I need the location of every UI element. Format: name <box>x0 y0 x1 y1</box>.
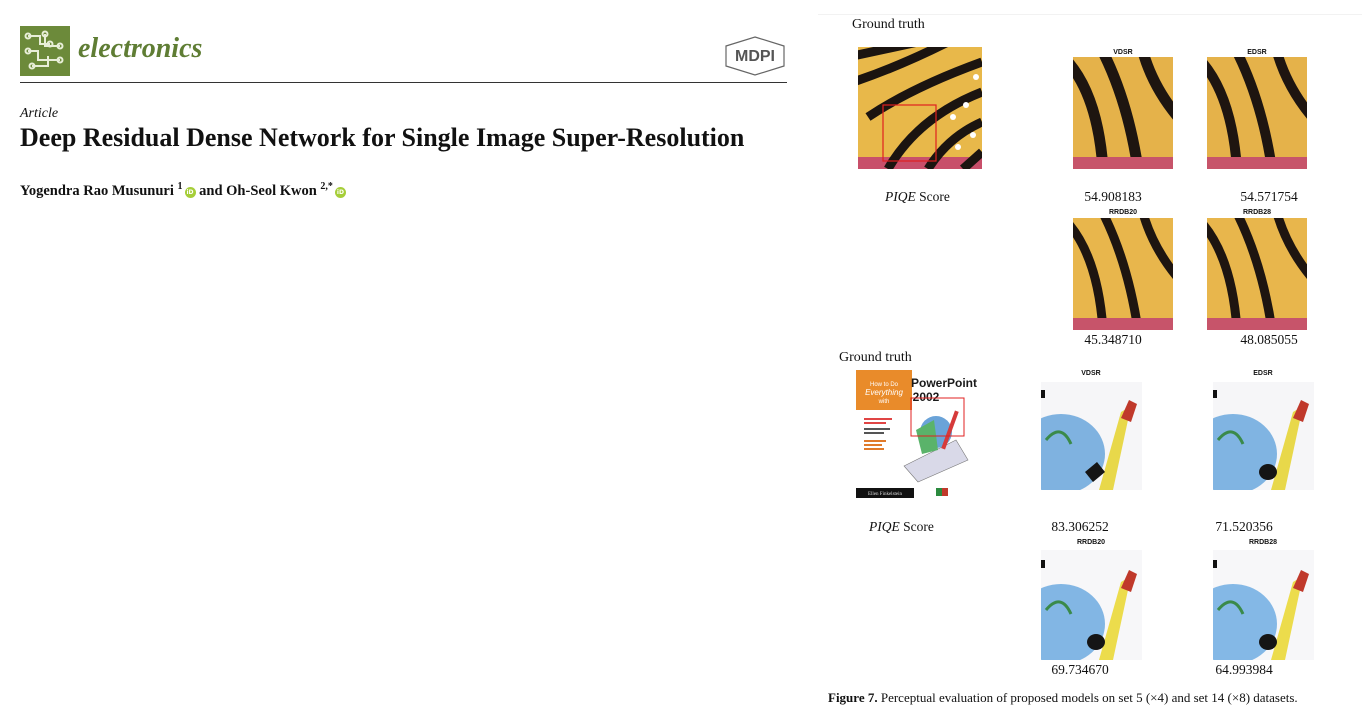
ground-truth-image-book-cover: How to Do Everything with PowerPoint 200… <box>856 370 978 500</box>
result-image-edsr-book <box>1213 382 1314 490</box>
author-conjunction: and <box>199 182 223 199</box>
result-image-rrdb28-butterfly <box>1207 218 1307 330</box>
result-image-vdsr-book <box>1041 382 1142 490</box>
result-image-rrdb28-book <box>1213 550 1314 660</box>
result-image-vdsr-butterfly <box>1073 57 1173 169</box>
result-image-rrdb20-book <box>1041 550 1142 660</box>
method-label: EDSR <box>1247 49 1267 56</box>
method-label: RRDB20 <box>1076 539 1105 546</box>
score-value: 64.993984 <box>1215 662 1273 677</box>
author-2-affiliation: 2,* <box>320 181 333 192</box>
author-1-name: Yogendra Rao Musunuri <box>20 182 174 199</box>
score-value: 83.306252 <box>1051 519 1109 534</box>
author-1-affiliation: 1 <box>177 181 183 192</box>
piqe-label-italic: PIQE <box>885 189 916 204</box>
journal-name: electronics <box>78 33 203 64</box>
score-value: 54.908183 <box>1084 189 1142 204</box>
score-value: 48.085055 <box>1240 332 1298 347</box>
header-divider <box>20 82 787 83</box>
mdpi-logo-icon: MDPI <box>724 36 786 80</box>
cover-author: Ellen Finkelstein <box>868 492 903 497</box>
score-value: 71.520356 <box>1215 519 1273 534</box>
article-type: Article <box>20 106 59 121</box>
piqe-label-rest: Score <box>903 519 934 534</box>
cover-year: 2002 <box>913 390 940 404</box>
figure-caption-text: Perceptual evaluation of proposed models… <box>880 690 1298 705</box>
ground-truth-label: Ground truth <box>852 17 925 32</box>
method-label: RRDB20 <box>1108 209 1137 216</box>
cover-with: with <box>878 399 890 405</box>
method-label: EDSR <box>1253 370 1273 377</box>
piqe-score-label: PIQE Score <box>869 518 934 536</box>
orcid-icon[interactable]: iD <box>184 186 196 198</box>
method-label: VDSR <box>1113 49 1133 56</box>
cover-everything: Everything <box>865 388 903 397</box>
journal-logo-icon <box>20 26 70 76</box>
score-value: 45.348710 <box>1084 332 1142 347</box>
figure-caption-label: Figure 7. <box>828 690 878 705</box>
ground-truth-label: Ground truth <box>839 350 912 365</box>
result-image-rrdb20-butterfly <box>1073 218 1173 330</box>
method-label: VDSR <box>1081 370 1101 377</box>
cover-product: PowerPoint <box>911 376 977 390</box>
method-label: RRDB28 <box>1248 539 1277 546</box>
figure-caption: Figure 7. Perceptual evaluation of propo… <box>828 689 1298 707</box>
piqe-label-italic: PIQE <box>869 519 900 534</box>
result-image-edsr-butterfly <box>1207 57 1307 169</box>
mdpi-logo-text: MDPI <box>735 48 775 65</box>
author-2-name: Oh-Seol Kwon <box>226 182 317 199</box>
paper-title: Deep Residual Dense Network for Single I… <box>20 123 745 152</box>
piqe-score-label: PIQE Score <box>885 188 950 206</box>
figure-top-divider <box>818 14 1362 15</box>
method-label: RRDB28 <box>1242 209 1271 216</box>
ground-truth-image-butterfly <box>858 47 982 169</box>
score-value: 54.571754 <box>1240 189 1298 204</box>
piqe-label-rest: Score <box>919 189 950 204</box>
orcid-icon[interactable]: iD <box>334 186 346 198</box>
author-line: Yogendra Rao Musunuri 1iD and Oh-Seol Kw… <box>20 177 346 201</box>
score-value: 69.734670 <box>1051 662 1109 677</box>
